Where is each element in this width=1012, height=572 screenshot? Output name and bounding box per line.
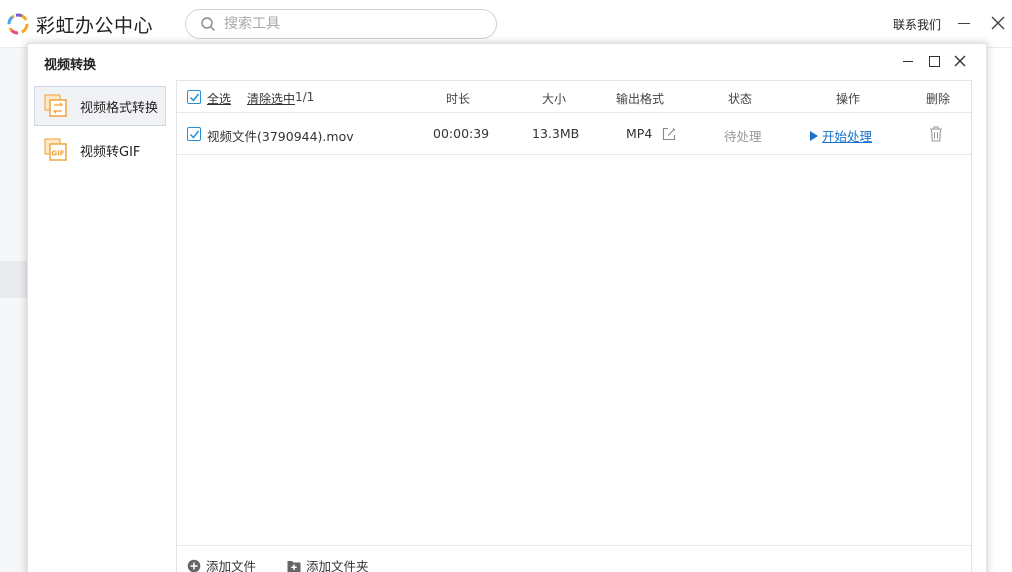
start-process-link[interactable]: 开始处理 — [822, 126, 872, 145]
file-table-panel: 全选 清除选中 1/1 时长 大小 输出格式 状态 操作 删除 视频文件(379… — [176, 80, 972, 572]
file-duration: 00:00:39 — [433, 126, 490, 141]
add-file-button[interactable]: 添加文件 — [187, 556, 256, 572]
output-format-value: MP4 — [626, 126, 653, 141]
svg-text:GIF: GIF — [51, 150, 64, 158]
selection-count: 1/1 — [295, 90, 315, 104]
app-minimize-button[interactable] — [956, 14, 972, 32]
table-row: 视频文件(3790944).mov 00:00:39 13.3MB MP4 待处… — [177, 113, 971, 155]
search-input[interactable] — [224, 16, 484, 32]
search-box[interactable] — [185, 9, 497, 39]
rainbow-logo-icon — [7, 13, 29, 35]
trash-icon[interactable] — [929, 126, 943, 142]
add-folder-icon — [287, 560, 301, 572]
clear-selection-link[interactable]: 清除选中 — [247, 90, 295, 107]
dialog-minimize-button[interactable] — [900, 53, 916, 69]
play-icon — [810, 130, 818, 141]
add-folder-label: 添加文件夹 — [306, 559, 369, 572]
sidebar-item-label: 视频格式转换 — [80, 100, 159, 116]
video-convert-icon — [44, 94, 67, 117]
column-header-status: 状态 — [728, 92, 753, 106]
dialog-title: 视频转换 — [44, 58, 97, 73]
table-header: 全选 清除选中 1/1 时长 大小 输出格式 状态 操作 删除 — [177, 81, 971, 113]
status-badge: 待处理 — [724, 129, 762, 144]
table-footer: 添加文件 添加文件夹 — [177, 545, 971, 572]
app-header: 彩虹办公中心 联系我们 — [0, 0, 1012, 48]
add-folder-button[interactable]: 添加文件夹 — [287, 556, 369, 572]
dialog-sidebar: 视频格式转换 GIF 视频转GIF — [28, 80, 176, 572]
start-process-button[interactable]: 开始处理 — [809, 126, 872, 145]
app-title: 彩虹办公中心 — [36, 15, 154, 37]
add-circle-icon — [187, 559, 201, 572]
column-header-delete: 删除 — [926, 92, 951, 106]
sidebar-item-video-to-gif[interactable]: GIF 视频转GIF — [34, 130, 166, 170]
file-size: 13.3MB — [532, 126, 580, 141]
app-close-icon[interactable] — [989, 14, 1007, 32]
sidebar-item-label: 视频转GIF — [80, 144, 141, 160]
background-sidebar — [0, 48, 30, 572]
column-header-duration: 时长 — [446, 92, 471, 106]
contact-us-link[interactable]: 联系我们 — [893, 16, 941, 33]
file-name: 视频文件(3790944).mov — [207, 129, 354, 144]
column-header-action: 操作 — [836, 92, 861, 106]
add-file-label: 添加文件 — [206, 559, 257, 572]
search-icon — [201, 17, 215, 31]
sidebar-item-video-format-convert[interactable]: 视频格式转换 — [34, 86, 166, 126]
gif-icon: GIF — [44, 138, 67, 161]
select-all-checkbox[interactable] — [187, 90, 201, 104]
dialog-maximize-button[interactable] — [926, 53, 942, 69]
background-sidebar-selected — [0, 261, 30, 298]
column-header-size: 大小 — [542, 92, 567, 106]
video-convert-dialog: 视频转换 视频格式转换 GIF 视频转GIF 全选 清除选中 1/1 时长 大小… — [27, 43, 987, 572]
column-header-output-format: 输出格式 — [616, 92, 665, 106]
row-checkbox[interactable] — [187, 127, 201, 141]
dialog-close-icon[interactable] — [952, 53, 968, 69]
select-all-link[interactable]: 全选 — [207, 90, 231, 107]
edit-format-icon[interactable] — [662, 127, 676, 141]
